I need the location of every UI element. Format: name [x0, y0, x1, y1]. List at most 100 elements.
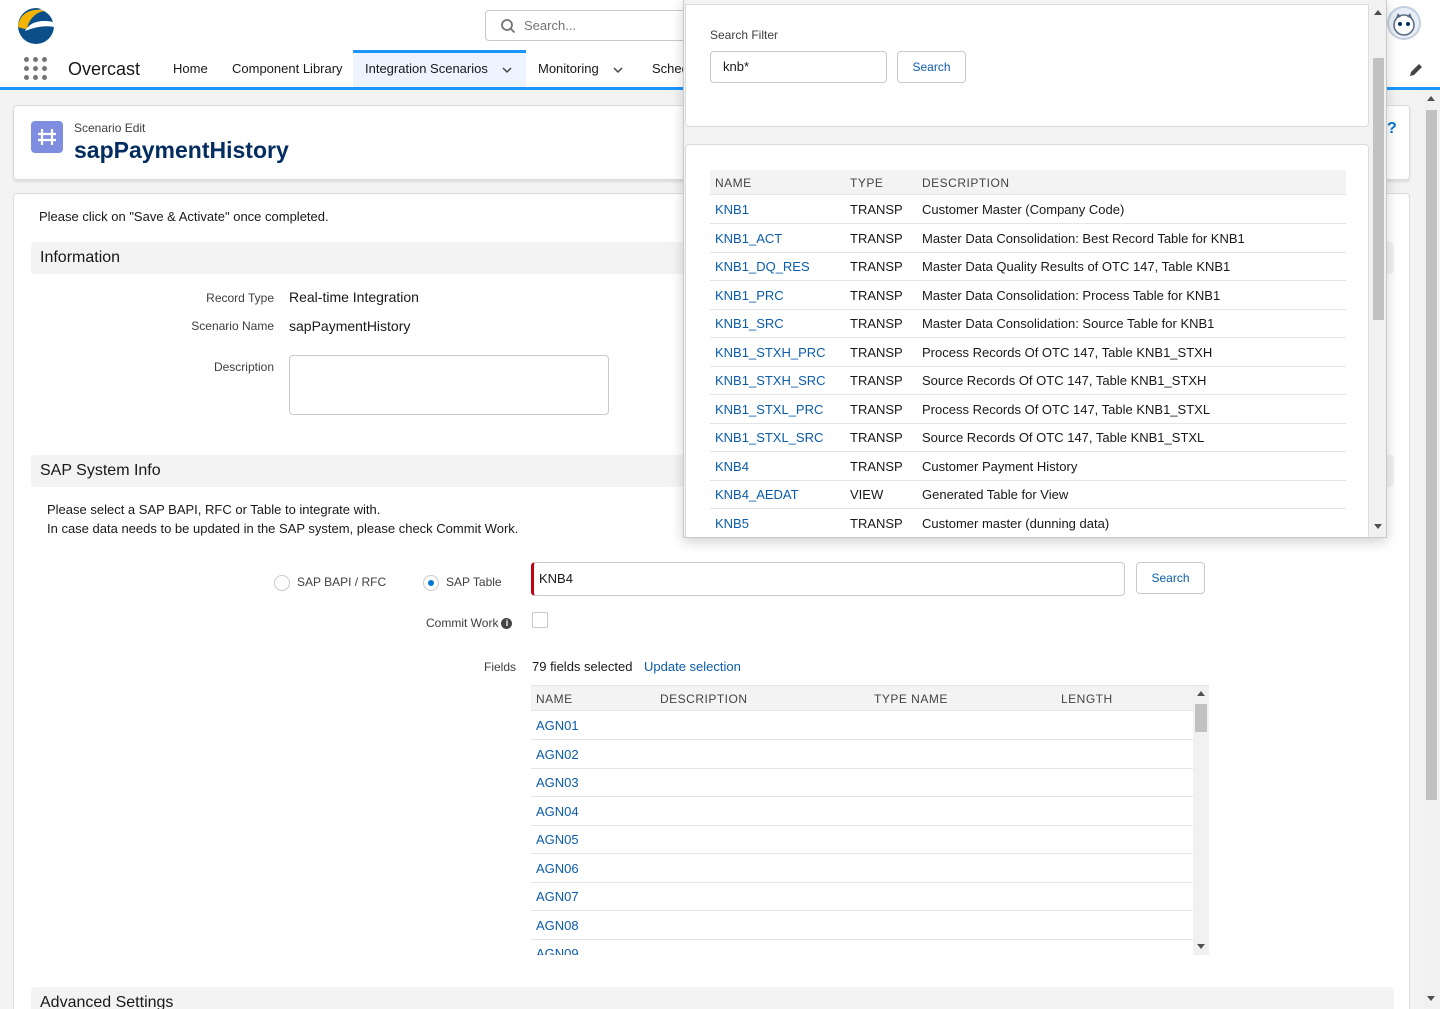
- column-header-description[interactable]: DESCRIPTION: [660, 692, 748, 706]
- table-row[interactable]: KNB1 TRANSP Customer Master (Company Code): [710, 195, 1346, 224]
- info-icon[interactable]: i: [501, 618, 513, 629]
- description-textarea[interactable]: [289, 355, 609, 415]
- column-header-name[interactable]: NAME: [715, 176, 752, 190]
- table-row[interactable]: KNB1_SRC TRANSP Master Data Consolidation:…: [710, 309, 1346, 338]
- table-row[interactable]: AGN08: [531, 911, 1193, 940]
- field-name[interactable]: AGN05: [536, 832, 579, 847]
- app-launcher-icon[interactable]: [24, 57, 48, 81]
- page-scrollbar[interactable]: [1423, 90, 1440, 1009]
- overcast-logo[interactable]: [15, 5, 57, 45]
- fields-table-scrollbar[interactable]: [1193, 686, 1209, 955]
- result-name-link[interactable]: KNB5: [715, 516, 749, 531]
- result-name-link[interactable]: KNB1_DQ_RES: [715, 259, 810, 274]
- sap-table-input[interactable]: KNB4: [531, 562, 1125, 596]
- result-name-link[interactable]: KNB1_STXL_PRC: [715, 402, 823, 417]
- radio-sap-table[interactable]: [423, 575, 439, 591]
- table-row[interactable]: AGN09: [531, 939, 1193, 955]
- nav-item-label: Home: [173, 61, 208, 76]
- scroll-up-arrow-icon[interactable]: [1197, 691, 1205, 696]
- sap-info-line-2: In case data needs to be updated in the …: [47, 521, 519, 536]
- table-row[interactable]: AGN01: [531, 711, 1193, 740]
- scroll-up-arrow-icon[interactable]: [1374, 10, 1382, 15]
- help-icon[interactable]: ?: [1387, 120, 1397, 138]
- result-description: Master Data Consolidation: Process Table…: [922, 287, 1221, 303]
- nav-item-component-library[interactable]: Component Library: [220, 50, 355, 87]
- column-header-type-name[interactable]: TYPE NAME: [874, 692, 948, 706]
- radio-sap-table-label: SAP Table: [446, 575, 502, 589]
- scroll-down-arrow-icon[interactable]: [1197, 944, 1205, 949]
- result-name-link[interactable]: KNB1_SRC: [715, 316, 784, 331]
- commit-work-checkbox[interactable]: [532, 612, 548, 628]
- scroll-thumb[interactable]: [1426, 110, 1437, 800]
- field-name[interactable]: AGN06: [536, 861, 579, 876]
- result-name-link[interactable]: KNB1_STXH_PRC: [715, 345, 826, 360]
- table-row[interactable]: AGN05: [531, 825, 1193, 854]
- section-advanced-settings[interactable]: Advanced Settings: [31, 987, 1394, 1009]
- nav-item-home[interactable]: Home: [161, 50, 220, 87]
- record-type-label: Record Type: [206, 291, 274, 305]
- field-name[interactable]: AGN07: [536, 889, 579, 904]
- popup-scrollbar[interactable]: [1370, 0, 1386, 537]
- table-row[interactable]: KNB1_DQ_RES TRANSP Master Data Quality Res…: [710, 252, 1346, 281]
- search-placeholder: Search...: [524, 18, 577, 33]
- column-header-description[interactable]: DESCRIPTION: [922, 176, 1010, 190]
- table-row[interactable]: KNB1_STXL_PRC TRANSP Process Records Of OT…: [710, 395, 1346, 424]
- global-search[interactable]: Search...: [485, 10, 695, 41]
- table-row[interactable]: KNB4 TRANSP Customer Payment History: [710, 452, 1346, 481]
- scroll-thumb[interactable]: [1373, 58, 1384, 320]
- table-row[interactable]: AGN02: [531, 740, 1193, 769]
- result-name-link[interactable]: KNB1_STXL_SRC: [715, 430, 823, 445]
- result-name-link[interactable]: KNB1: [715, 202, 749, 217]
- table-row[interactable]: AGN06: [531, 854, 1193, 883]
- search-filter-input[interactable]: knb*: [710, 51, 887, 83]
- edit-nav-pencil-icon[interactable]: [1408, 62, 1424, 78]
- table-row[interactable]: AGN04: [531, 797, 1193, 826]
- table-row[interactable]: KNB4_AEDAT VIEW Generated Table for View: [710, 480, 1346, 509]
- chevron-down-icon[interactable]: [501, 64, 513, 76]
- chevron-down-icon[interactable]: [612, 64, 624, 76]
- table-row[interactable]: AGN03: [531, 768, 1193, 797]
- result-type: TRANSP: [850, 344, 903, 360]
- field-name[interactable]: AGN08: [536, 918, 579, 933]
- field-name[interactable]: AGN04: [536, 804, 579, 819]
- scenario-name-label: Scenario Name: [191, 319, 274, 333]
- table-row[interactable]: KNB1_PRC TRANSP Master Data Consolidation:…: [710, 281, 1346, 310]
- field-name[interactable]: AGN03: [536, 775, 579, 790]
- scroll-up-arrow-icon[interactable]: [1427, 96, 1435, 101]
- scenario-hash-icon: [31, 121, 63, 153]
- user-avatar[interactable]: [1387, 6, 1421, 40]
- result-name-link[interactable]: KNB1_STXH_SRC: [715, 373, 826, 388]
- table-row[interactable]: AGN07: [531, 882, 1193, 911]
- table-row[interactable]: KNB5 TRANSP Customer master (dunning data): [710, 509, 1346, 537]
- table-row[interactable]: KNB1_ACT TRANSP Master Data Consolidation:…: [710, 224, 1346, 253]
- result-name-link[interactable]: KNB1_ACT: [715, 231, 782, 246]
- scroll-down-arrow-icon[interactable]: [1374, 524, 1382, 529]
- sap-info-line-1: Please select a SAP BAPI, RFC or Table t…: [47, 502, 381, 517]
- result-description: Source Records Of OTC 147, Table KNB1_ST…: [922, 430, 1205, 445]
- result-name-link[interactable]: KNB1_PRC: [715, 288, 784, 303]
- table-row[interactable]: KNB1_STXH_SRC TRANSP Source Records Of OTC…: [710, 366, 1346, 395]
- sap-table-search-button[interactable]: Search: [1136, 562, 1205, 594]
- result-type: VIEW: [850, 487, 884, 502]
- table-row[interactable]: KNB1_STXL_SRC TRANSP Source Records Of OTC…: [710, 423, 1346, 452]
- popup-search-button[interactable]: Search: [897, 51, 966, 83]
- result-type: TRANSP: [850, 373, 903, 388]
- section-title: Information: [40, 249, 121, 266]
- result-name-link[interactable]: KNB4_AEDAT: [715, 487, 799, 502]
- field-name[interactable]: AGN02: [536, 747, 579, 762]
- column-header-length[interactable]: LENGTH: [1061, 692, 1113, 706]
- column-header-type[interactable]: TYPE: [850, 176, 883, 190]
- fields-table-header: NAME DESCRIPTION TYPE NAME LENGTH: [531, 686, 1193, 711]
- app-name: Overcast: [68, 59, 141, 79]
- field-name[interactable]: AGN01: [536, 718, 579, 733]
- scroll-down-arrow-icon[interactable]: [1427, 996, 1435, 1001]
- field-name[interactable]: AGN09: [536, 946, 579, 955]
- result-name-link[interactable]: KNB4: [715, 459, 749, 474]
- nav-item-monitoring[interactable]: Monitoring: [526, 50, 636, 87]
- scroll-thumb[interactable]: [1195, 704, 1207, 732]
- table-row[interactable]: KNB1_STXH_PRC TRANSP Process Records Of OT…: [710, 338, 1346, 367]
- update-selection-link[interactable]: Update selection: [644, 659, 741, 674]
- nav-item-integration-scenarios[interactable]: Integration Scenarios: [353, 50, 526, 87]
- radio-sap-bapi-rfc[interactable]: [274, 575, 290, 591]
- column-header-name[interactable]: NAME: [536, 692, 573, 706]
